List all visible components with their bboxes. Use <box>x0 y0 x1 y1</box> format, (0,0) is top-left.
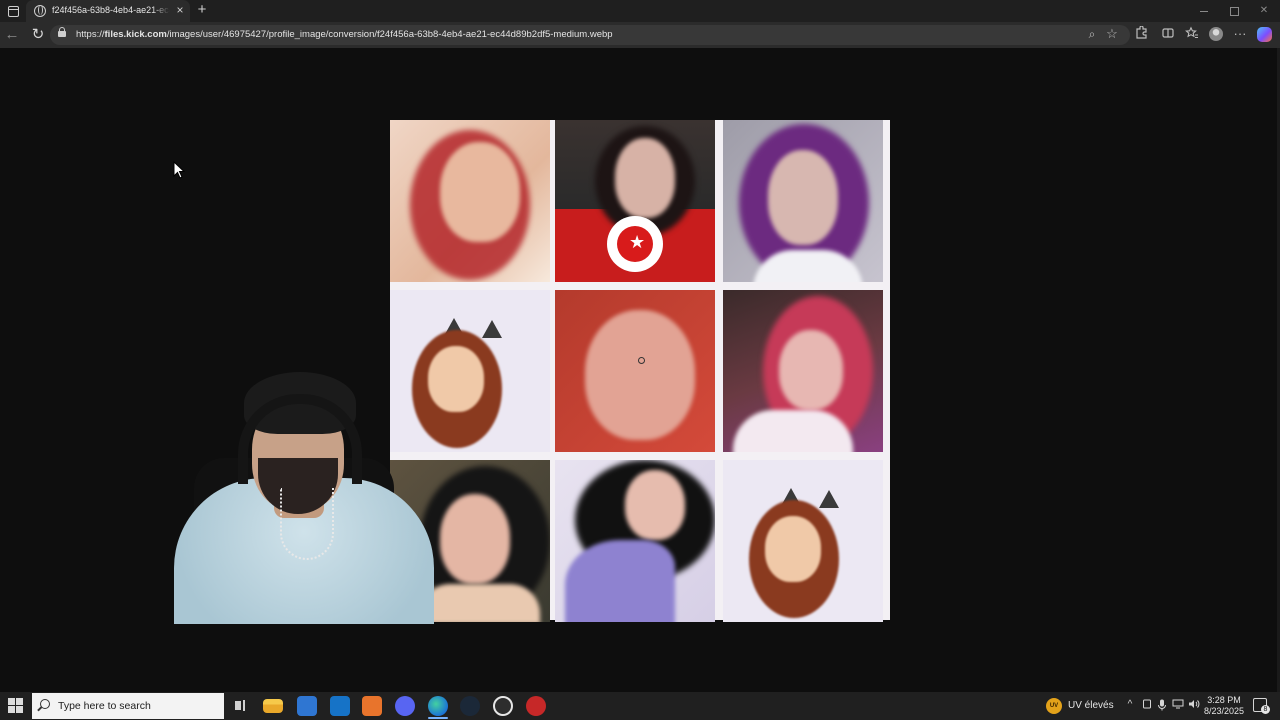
extensions-icon[interactable] <box>1133 25 1149 42</box>
minimize-button[interactable] <box>1195 3 1213 19</box>
close-window-button[interactable]: ✕ <box>1255 3 1273 19</box>
system-clock[interactable]: 3:28 PM 8/23/2025 <box>1198 695 1250 717</box>
tray-overflow-icon[interactable]: ^ <box>1124 699 1136 711</box>
network-icon[interactable] <box>1172 699 1184 711</box>
collage-avatar <box>723 460 883 622</box>
new-tab-button[interactable]: + <box>194 2 210 18</box>
url-text[interactable]: https://files.kick.com/images/user/46975… <box>76 29 613 40</box>
active-app-indicator <box>428 717 448 719</box>
tab-title: f24f456a-63b8-4eb4-ae21-ec44d89b2df5-med… <box>52 5 170 15</box>
clock-date: 8/23/2025 <box>1203 706 1245 716</box>
file-explorer-icon[interactable] <box>263 699 283 713</box>
discord-icon[interactable] <box>395 696 415 716</box>
start-button[interactable] <box>8 698 24 714</box>
star-icon[interactable]: ☆ <box>1104 26 1120 42</box>
tab-active[interactable]: f24f456a-63b8-4eb4-ae21-ec44d89b2df5-med… <box>26 0 190 22</box>
edge-icon[interactable] <box>428 696 448 716</box>
clock-time: 3:28 PM <box>1207 695 1241 705</box>
back-button[interactable]: ← <box>4 27 20 43</box>
address-bar[interactable]: https://files.kick.com/images/user/46975… <box>50 25 1130 45</box>
app-icon[interactable] <box>493 696 513 716</box>
app-icon[interactable] <box>526 696 546 716</box>
weather-icon[interactable]: UV <box>1046 698 1062 714</box>
tab-actions-icon[interactable] <box>6 4 20 18</box>
collage-photo <box>723 290 883 452</box>
tab-strip: f24f456a-63b8-4eb4-ae21-ec44d89b2df5-med… <box>0 0 1280 22</box>
url-host: files.kick.com <box>104 29 167 40</box>
notification-badge: 8 <box>1261 705 1270 714</box>
weather-text[interactable]: UV élevés <box>1068 700 1114 711</box>
url-prefix: https:// <box>76 29 105 40</box>
app-icon[interactable] <box>362 696 382 716</box>
favorites-icon[interactable] <box>1184 26 1200 42</box>
collage-photo <box>555 290 715 452</box>
reload-button[interactable]: ↻ <box>30 27 46 43</box>
copilot-icon[interactable] <box>1257 27 1272 42</box>
globe-icon <box>34 5 46 17</box>
page-viewport <box>0 48 1280 692</box>
profile-icon[interactable] <box>1209 27 1223 41</box>
more-icon[interactable]: ··· <box>1232 26 1248 42</box>
webcam-overlay <box>154 358 466 624</box>
maximize-button[interactable] <box>1225 3 1243 19</box>
outlook-icon[interactable] <box>330 696 350 716</box>
steam-icon[interactable] <box>460 696 480 716</box>
search-icon <box>40 699 50 709</box>
collage-photo <box>555 120 715 282</box>
url-path: /images/user/46975427/profile_image/conv… <box>166 29 613 40</box>
browser-toolbar: ← ↻ https://files.kick.com/images/user/4… <box>0 22 1280 48</box>
necklace <box>280 488 334 560</box>
task-view-icon[interactable] <box>230 696 250 716</box>
lock-icon[interactable] <box>58 27 66 37</box>
tray-app-icon[interactable] <box>1141 699 1153 711</box>
taskbar-search-box[interactable]: Type here to search <box>32 693 224 719</box>
microphone-icon[interactable] <box>1156 699 1168 711</box>
store-icon[interactable] <box>297 696 317 716</box>
taskbar: Type here to search UV UV élevés ^ 3:28 … <box>0 692 1280 720</box>
collage-photo <box>555 460 715 622</box>
flag-emblem <box>607 216 663 272</box>
zoom-icon[interactable]: ⌕ <box>1084 26 1100 42</box>
split-screen-icon[interactable] <box>1160 26 1176 42</box>
collage-photo <box>390 120 550 282</box>
collage-photo <box>723 120 883 282</box>
search-placeholder: Type here to search <box>58 700 151 712</box>
tab-close-icon[interactable]: × <box>174 4 186 16</box>
